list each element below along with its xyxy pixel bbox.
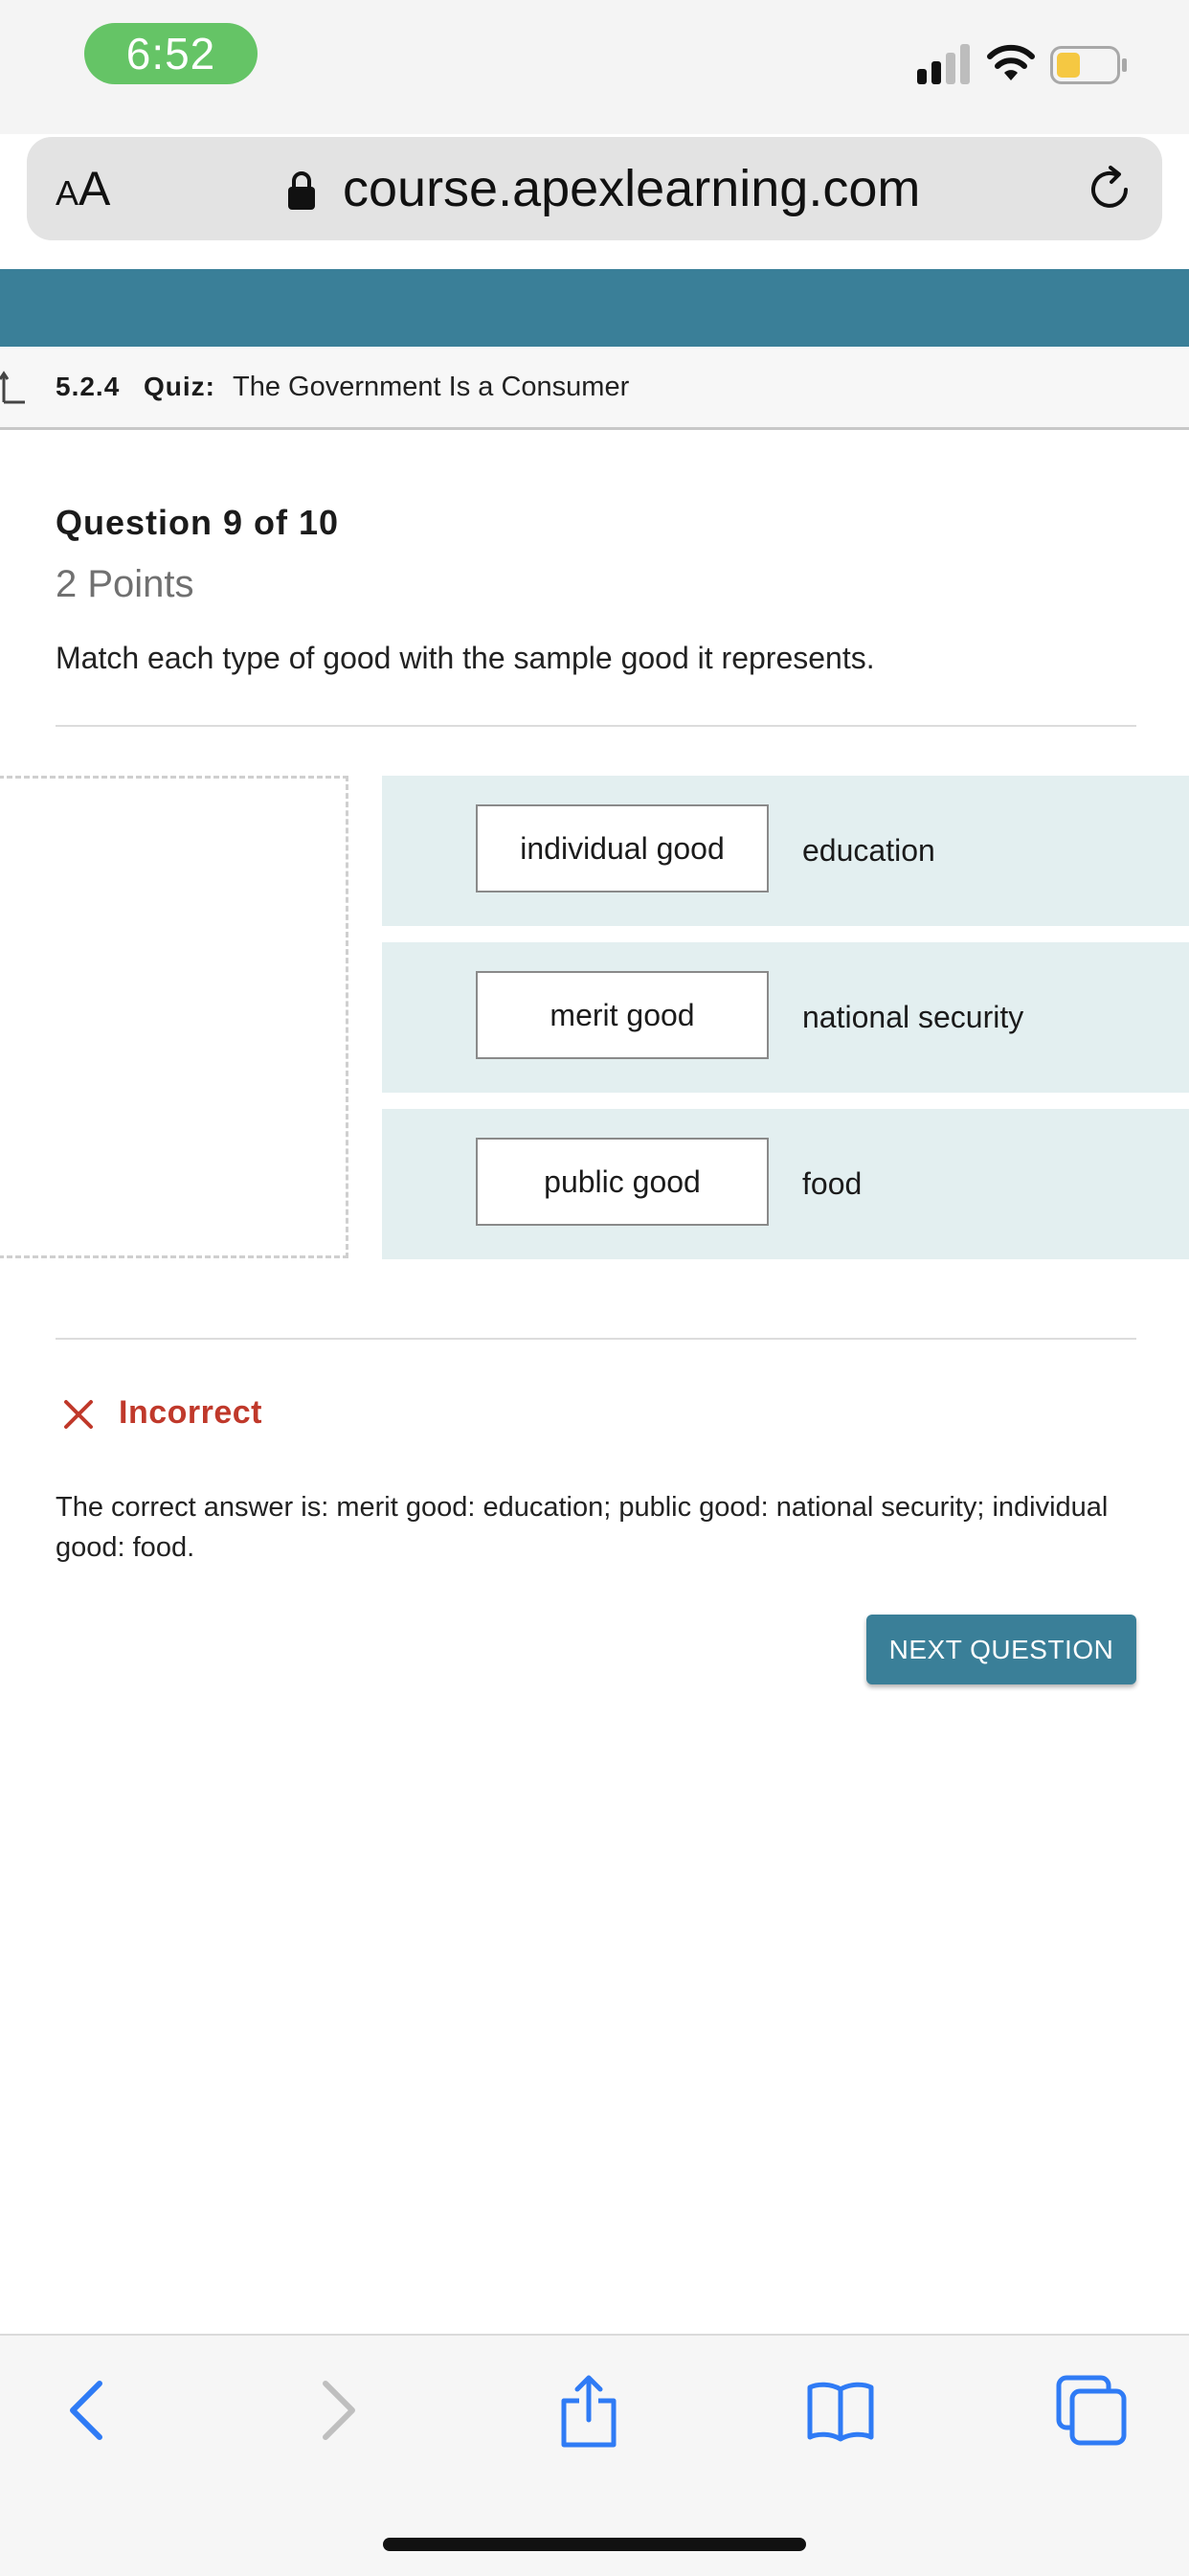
- question-prompt: Match each type of good with the sample …: [56, 641, 875, 675]
- match-row: individual good education: [382, 776, 1189, 926]
- bookmarks-book-icon[interactable]: [802, 2372, 879, 2449]
- address-bar[interactable]: AA course.apexlearning.com: [27, 137, 1162, 240]
- status-time: 6:52: [84, 23, 258, 84]
- incorrect-x-icon: [64, 1400, 93, 1429]
- home-indicator: [383, 2538, 806, 2551]
- share-icon[interactable]: [550, 2372, 627, 2449]
- match-target: national security: [802, 1000, 1024, 1034]
- forward-chevron-icon[interactable]: [299, 2372, 375, 2449]
- answer-chip[interactable]: individual good: [476, 804, 769, 893]
- status-bar: 6:52: [0, 0, 1189, 134]
- lock-icon: [288, 171, 315, 210]
- cellular-signal-icon: [917, 44, 970, 84]
- site-header-banner: [0, 269, 1189, 347]
- result-status: Incorrect: [119, 1394, 262, 1431]
- back-to-course-icon[interactable]: [0, 370, 27, 404]
- quiz-number: 5.2.4: [56, 372, 121, 401]
- answer-bank-drop-zone[interactable]: [0, 776, 348, 1258]
- answer-chip[interactable]: merit good: [476, 971, 769, 1059]
- match-target: education: [802, 833, 935, 868]
- match-row: merit good national security: [382, 942, 1189, 1093]
- tabs-icon[interactable]: [1053, 2372, 1130, 2449]
- correct-answer-text: The correct answer is: merit good: educa…: [56, 1492, 1109, 1563]
- next-question-button[interactable]: NEXT QUESTION: [866, 1615, 1136, 1684]
- match-target: food: [802, 1166, 863, 1201]
- reload-icon[interactable]: [1084, 164, 1135, 215]
- divider: [56, 1338, 1136, 1340]
- quiz-type-label: Quiz:: [144, 372, 215, 401]
- match-row: public good food: [382, 1109, 1189, 1259]
- divider: [56, 725, 1136, 727]
- battery-icon: [1050, 46, 1127, 84]
- url-text[interactable]: course.apexlearning.com: [343, 137, 920, 240]
- back-chevron-icon[interactable]: [50, 2372, 126, 2449]
- quiz-title: The Government Is a Consumer: [233, 372, 630, 402]
- question-points: 2 Points: [56, 563, 194, 605]
- answer-chip[interactable]: public good: [476, 1138, 769, 1226]
- question-title: Question 9 of 10: [56, 503, 340, 542]
- breadcrumb: 5.2.4 Quiz: The Government Is a Consumer: [0, 347, 1189, 430]
- wifi-icon: [987, 44, 1035, 80]
- text-size-button[interactable]: AA: [56, 137, 110, 240]
